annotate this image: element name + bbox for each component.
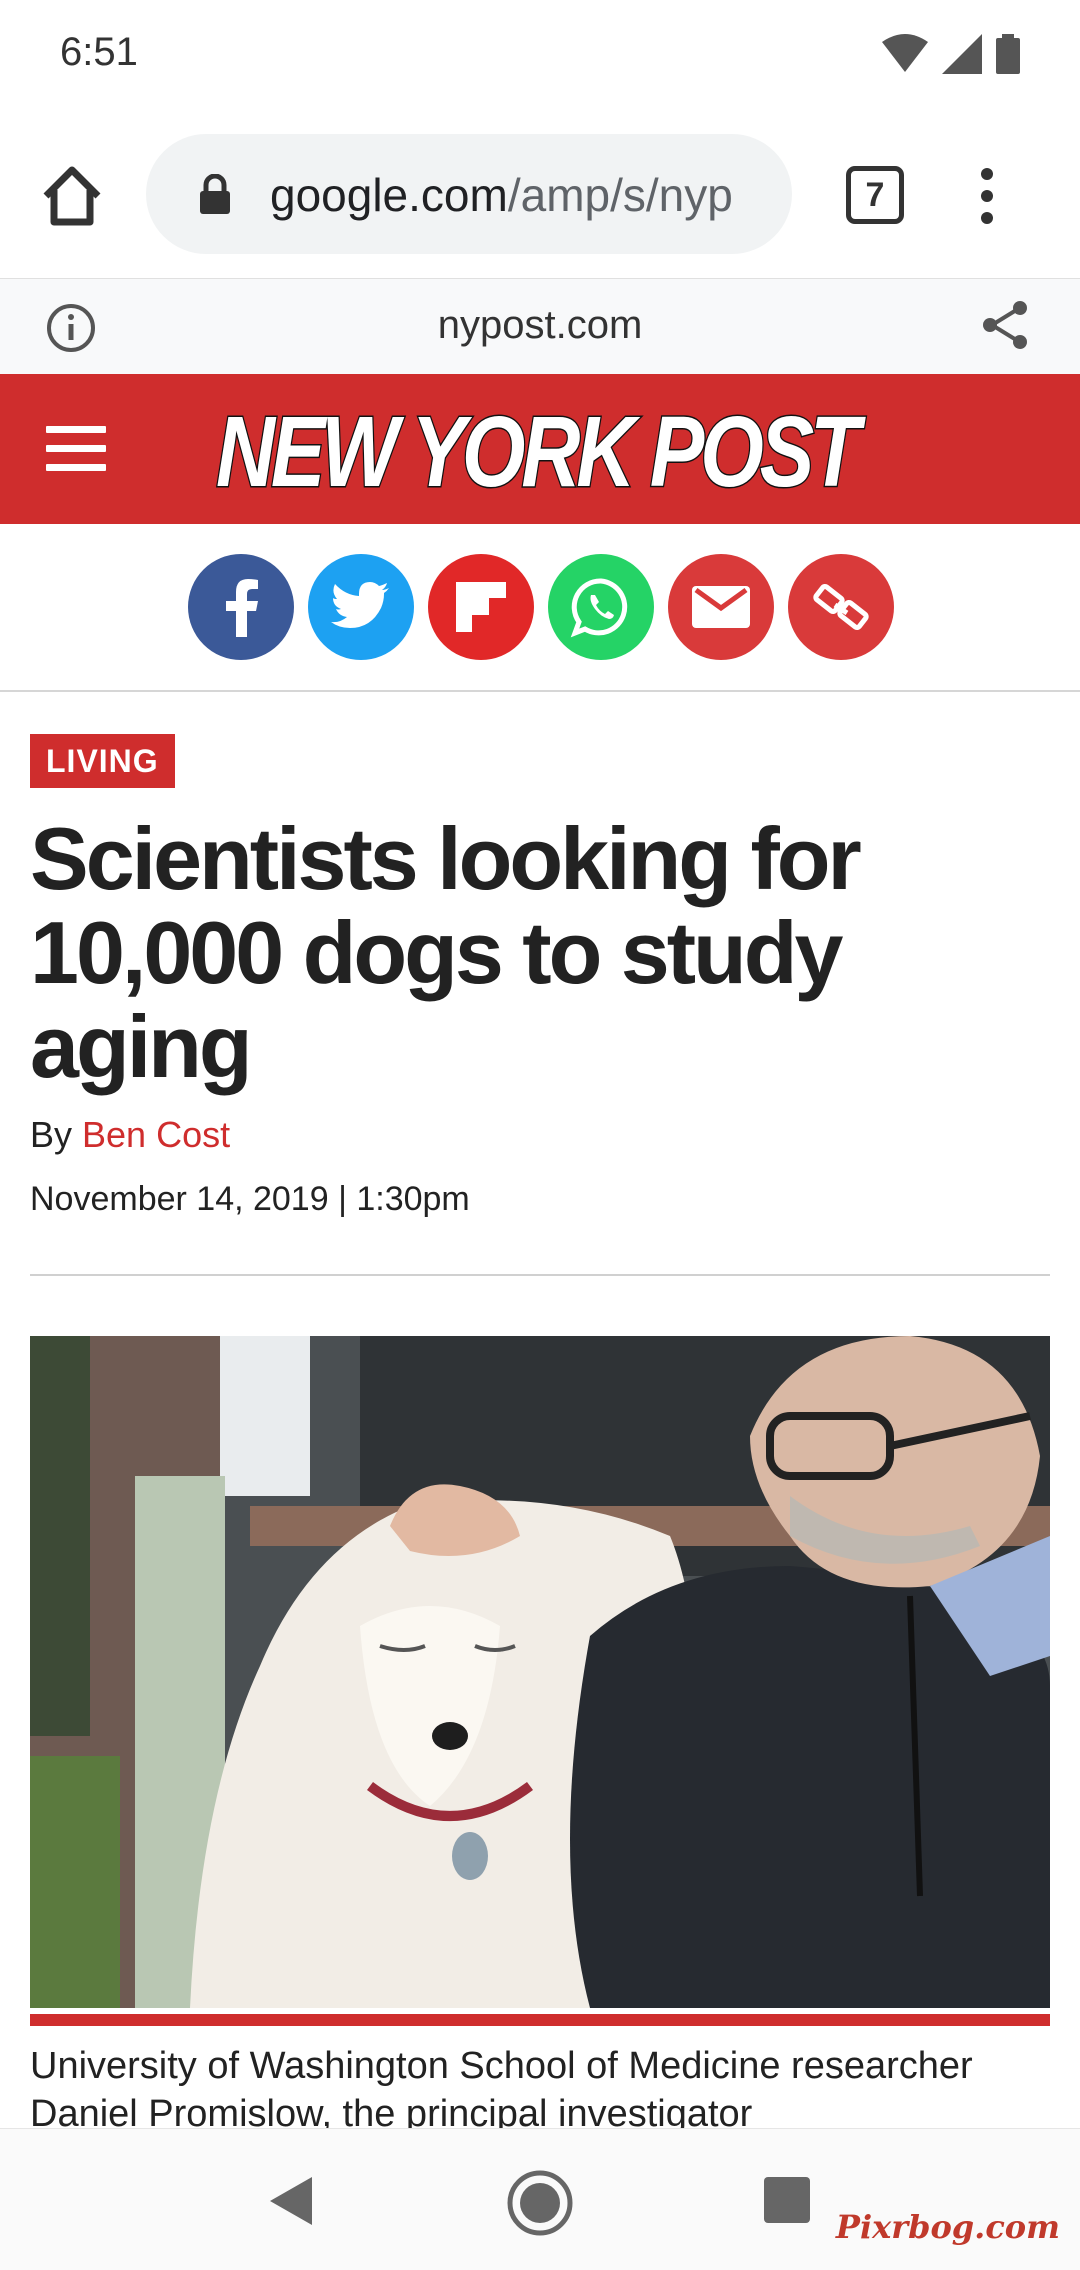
svg-text:NEW YORK POST: NEW YORK POST	[216, 396, 867, 506]
amp-domain: nypost.com	[437, 303, 643, 347]
whatsapp-icon	[570, 578, 628, 638]
author-link[interactable]: Ben Cost	[82, 1114, 230, 1155]
photo-caption: University of Washington School of Medic…	[30, 2045, 973, 2135]
back-icon[interactable]	[266, 2175, 314, 2227]
recents-icon[interactable]	[764, 2177, 810, 2223]
hamburger-menu-icon[interactable]	[46, 426, 106, 472]
whatsapp-share-button[interactable]	[548, 554, 654, 660]
link-icon	[813, 584, 869, 630]
signal-icon	[942, 34, 982, 74]
copy-link-share-button[interactable]	[788, 554, 894, 660]
status-time: 6:51	[60, 30, 138, 74]
byline-prefix: By	[30, 1114, 83, 1155]
divider	[30, 1274, 1050, 1276]
tab-switcher-button[interactable]: 7	[846, 166, 904, 224]
address-bar[interactable]: google.com/amp/s/nyp	[146, 134, 792, 254]
url-text: google.com/amp/s/nyp	[270, 168, 733, 222]
home-nav-icon[interactable]	[506, 2169, 574, 2237]
twitter-icon	[331, 582, 389, 628]
article-photo	[30, 1336, 1050, 2008]
email-icon	[692, 586, 750, 628]
flipboard-share-button[interactable]	[428, 554, 534, 660]
dateline: November 14, 2019 | 1:30pm	[30, 1180, 470, 1218]
share-row	[0, 524, 1080, 692]
watermark-text: Pixrbog.com	[835, 2208, 1060, 2246]
flipboard-icon	[456, 582, 506, 632]
headline: Scientists looking for 10,000 dogs to st…	[30, 809, 862, 1096]
wifi-icon	[882, 34, 928, 72]
battery-icon	[996, 34, 1020, 74]
section-tag[interactable]: LIVING	[30, 734, 175, 788]
site-header: NEW YORK POST	[0, 374, 1080, 524]
facebook-icon	[226, 579, 258, 637]
email-share-button[interactable]	[668, 554, 774, 660]
url-domain: google.com	[270, 169, 508, 221]
status-bar: 6:51	[0, 0, 1080, 110]
share-icon[interactable]	[978, 297, 1034, 353]
home-icon[interactable]	[36, 160, 108, 232]
photo-accent-bar	[30, 2014, 1050, 2026]
amp-viewer-bar: nypost.com	[0, 278, 1080, 374]
lock-icon	[200, 174, 230, 214]
status-icons	[882, 34, 1020, 74]
facebook-share-button[interactable]	[188, 554, 294, 660]
byline: By Ben Cost	[30, 1114, 230, 1156]
more-options-icon[interactable]	[972, 166, 1002, 226]
nyp-logo[interactable]: NEW YORK POST	[208, 394, 869, 507]
url-path: /amp/s/nyp	[507, 169, 733, 221]
twitter-share-button[interactable]	[308, 554, 414, 660]
browser-toolbar: google.com/amp/s/nyp 7	[0, 110, 1080, 278]
navigation-bar	[0, 2128, 1080, 2270]
